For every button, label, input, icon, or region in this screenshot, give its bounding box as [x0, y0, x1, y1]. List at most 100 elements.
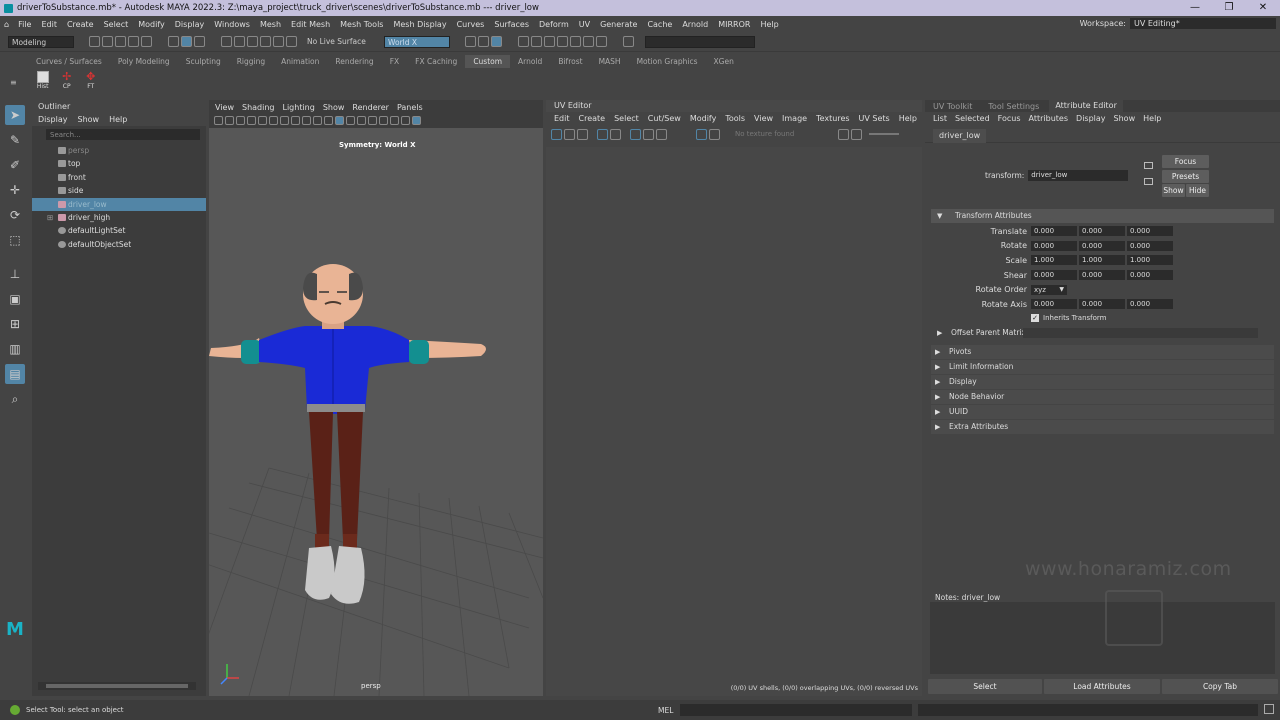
maximize-button[interactable]: ❐ — [1212, 0, 1246, 16]
outliner-item-driver-low[interactable]: driver_low — [32, 197, 206, 211]
snap-surface-icon[interactable] — [273, 36, 284, 47]
tab-attribute-editor[interactable]: Attribute Editor — [1049, 100, 1123, 112]
script-editor-icon[interactable] — [1264, 704, 1274, 714]
menu-edit[interactable]: Edit — [36, 20, 62, 29]
outliner-item-side[interactable]: side — [32, 184, 206, 197]
safe-action-icon[interactable] — [313, 116, 322, 125]
outliner-item-driver-high[interactable]: ⊞ driver_high — [32, 211, 206, 224]
menu-deform[interactable]: Deform — [534, 20, 574, 29]
hypershade-icon[interactable] — [518, 36, 529, 47]
translate-y-field[interactable]: 0.000 — [1079, 226, 1125, 237]
transform-name-field[interactable]: driver_low — [1028, 170, 1129, 181]
undo-icon[interactable] — [128, 36, 139, 47]
ipr-render-icon[interactable] — [478, 36, 489, 47]
shelf-tab-bifrost[interactable]: Bifrost — [550, 55, 590, 68]
viewport-menu-lighting[interactable]: Lighting — [282, 103, 314, 112]
rotate-tool-icon[interactable]: ⟳ — [5, 205, 25, 225]
expand-icon[interactable]: ⊞ — [47, 211, 53, 224]
snap-curve-icon[interactable] — [234, 36, 245, 47]
last-tool-icon[interactable]: ⊥ — [5, 264, 25, 284]
open-scene-icon[interactable] — [102, 36, 113, 47]
shelf-tab-motion-graphics[interactable]: Motion Graphics — [629, 55, 706, 68]
rotate-y-field[interactable]: 0.000 — [1079, 240, 1125, 251]
four-pane-icon[interactable]: ⊞ — [5, 314, 25, 334]
uv-snapshot-icon[interactable] — [643, 128, 654, 140]
uv-checker-map-icon[interactable] — [709, 128, 720, 140]
textured-icon[interactable] — [346, 116, 355, 125]
outliner-item-top[interactable]: top — [32, 157, 206, 170]
outliner-item-default-light-set[interactable]: defaultLightSet — [32, 224, 206, 237]
film-gate-icon[interactable] — [269, 116, 278, 125]
shelf-tab-arnold[interactable]: Arnold — [510, 55, 550, 68]
scale-y-field[interactable]: 1.000 — [1079, 255, 1125, 266]
uv-menu-textures[interactable]: Textures — [816, 114, 849, 123]
ae-menu-help[interactable]: Help — [1143, 114, 1161, 123]
uv-menu-image[interactable]: Image — [782, 114, 807, 123]
render-icon[interactable] — [465, 36, 476, 47]
outliner-menu-show[interactable]: Show — [78, 115, 100, 124]
uv-texture-toggle-icon[interactable] — [696, 128, 707, 140]
rotate-axis-x-field[interactable]: 0.000 — [1031, 299, 1077, 310]
tab-tool-settings[interactable]: Tool Settings — [988, 102, 1039, 111]
uv-shell-icon[interactable] — [551, 128, 562, 140]
outliner-item-front[interactable]: front — [32, 171, 206, 184]
section-pivots[interactable]: ▶ Pivots — [931, 344, 1274, 359]
shear-z-field[interactable]: 0.000 — [1127, 270, 1173, 281]
outliner-item-persp[interactable]: persp — [32, 144, 206, 157]
viewport-menu-shading[interactable]: Shading — [242, 103, 275, 112]
shear-x-field[interactable]: 0.000 — [1031, 270, 1077, 281]
xray-joints-icon[interactable] — [412, 116, 421, 125]
uv-menu-cut-sew[interactable]: Cut/Sew — [648, 114, 681, 123]
section-offset-parent-matrix[interactable]: ▶ Offset Parent Matrix — [931, 325, 1274, 340]
menu-mesh-tools[interactable]: Mesh Tools — [335, 20, 388, 29]
menu-cache[interactable]: Cache — [642, 20, 677, 29]
workspace-dropdown[interactable]: UV Editing* — [1130, 18, 1276, 29]
load-attributes-button[interactable]: Load Attributes — [1044, 679, 1160, 694]
menu-create[interactable]: Create — [62, 20, 99, 29]
translate-z-field[interactable]: 0.000 — [1127, 226, 1173, 237]
command-language[interactable]: MEL — [658, 706, 673, 715]
lock-camera-icon[interactable] — [225, 116, 234, 125]
shelf-tab-curves-surfaces[interactable]: Curves / Surfaces — [28, 55, 110, 68]
shelf-tab-animation[interactable]: Animation — [273, 55, 327, 68]
ae-menu-focus[interactable]: Focus — [998, 114, 1021, 123]
select-object-icon[interactable] — [181, 36, 192, 47]
offset-parent-matrix-field[interactable] — [1023, 327, 1258, 338]
close-button[interactable]: ✕ — [1246, 0, 1280, 16]
section-transform-attributes[interactable]: ▼ Transform Attributes — [931, 209, 1274, 223]
select-button[interactable]: Select — [928, 679, 1042, 694]
ae-menu-attributes[interactable]: Attributes — [1029, 114, 1069, 123]
mode-dropdown[interactable]: Modeling — [8, 35, 74, 48]
menu-file[interactable]: File — [13, 20, 36, 29]
viewport-menu-renderer[interactable]: Renderer — [352, 103, 389, 112]
select-node-icon[interactable] — [1144, 162, 1153, 169]
snap-view-icon[interactable] — [260, 36, 271, 47]
menu-windows[interactable]: Windows — [209, 20, 255, 29]
single-pane-icon[interactable]: ▣ — [5, 289, 25, 309]
uv-menu-select[interactable]: Select — [614, 114, 639, 123]
uv-grid-icon[interactable] — [597, 128, 608, 140]
uv-gamma-icon[interactable] — [851, 128, 863, 140]
uv-menu-edit[interactable]: Edit — [554, 114, 570, 123]
section-node-behavior[interactable]: ▶ Node Behavior — [931, 389, 1274, 404]
uv-menu-tools[interactable]: Tools — [725, 114, 745, 123]
wireframe-icon[interactable] — [324, 116, 333, 125]
search-icon[interactable]: ⌕ — [5, 389, 25, 409]
shelf-menu-icon[interactable]: ≡ — [10, 78, 17, 87]
rotate-axis-y-field[interactable]: 0.000 — [1079, 299, 1125, 310]
xray-icon[interactable] — [401, 116, 410, 125]
outliner-menu-help[interactable]: Help — [109, 115, 127, 124]
shadows-icon[interactable] — [368, 116, 377, 125]
inherits-transform-checkbox[interactable]: ✓ — [1031, 314, 1039, 323]
uv-checker-icon[interactable] — [630, 128, 641, 140]
new-scene-icon[interactable] — [89, 36, 100, 47]
shelf-tab-custom[interactable]: Custom — [465, 55, 511, 68]
lasso-tool-icon[interactable]: ✎ — [5, 130, 25, 150]
uv-slider[interactable] — [869, 133, 900, 135]
shelf-tab-rendering[interactable]: Rendering — [327, 55, 381, 68]
viewport-menu-show[interactable]: Show — [323, 103, 345, 112]
menu-select[interactable]: Select — [99, 20, 134, 29]
uv-menu-view[interactable]: View — [754, 114, 773, 123]
snap-point-icon[interactable] — [247, 36, 258, 47]
arnold-ipr-icon[interactable] — [570, 36, 581, 47]
